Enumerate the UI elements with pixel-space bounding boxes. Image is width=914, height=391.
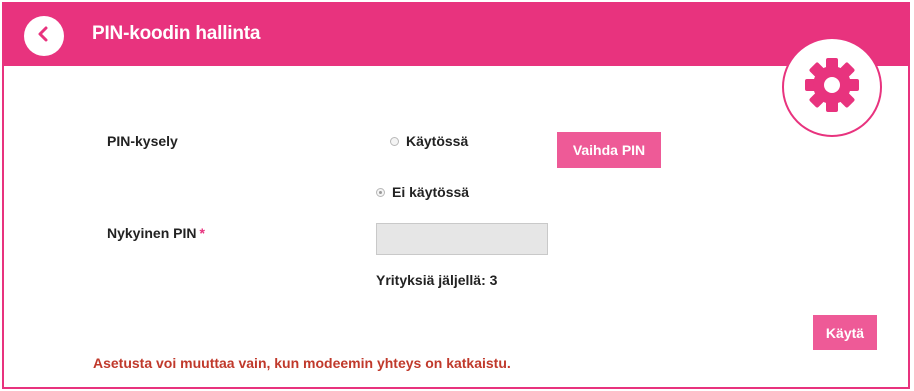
current-pin-label-text: Nykyinen PIN bbox=[107, 225, 197, 241]
pin-management-panel: PIN-koodin hallinta PIN-kysely Käytössä … bbox=[2, 2, 910, 389]
chevron-left-icon bbox=[34, 24, 54, 49]
back-button[interactable] bbox=[24, 16, 64, 56]
apply-button[interactable]: Käytä bbox=[813, 315, 877, 350]
radio-disabled-label: Ei käytössä bbox=[392, 184, 470, 200]
radio-button[interactable] bbox=[390, 136, 399, 146]
notice-text: Asetusta voi muuttaa vain, kun modeemin … bbox=[93, 355, 511, 371]
radio-enabled-label: Käytössä bbox=[406, 133, 469, 149]
settings-badge bbox=[782, 37, 882, 137]
required-marker: * bbox=[199, 225, 205, 241]
header-bar: PIN-koodin hallinta bbox=[4, 4, 908, 66]
radio-disabled[interactable]: Ei käytössä bbox=[376, 184, 469, 200]
pin-query-label: PIN-kysely bbox=[107, 133, 178, 149]
radio-button[interactable] bbox=[376, 187, 385, 197]
current-pin-input[interactable] bbox=[376, 223, 548, 255]
change-pin-button[interactable]: Vaihda PIN bbox=[557, 132, 661, 168]
current-pin-label: Nykyinen PIN * bbox=[107, 225, 205, 241]
gear-icon bbox=[803, 56, 861, 119]
page-title: PIN-koodin hallinta bbox=[92, 23, 261, 44]
radio-enabled[interactable]: Käytössä bbox=[390, 133, 468, 149]
attempts-remaining-text: Yrityksiä jäljellä: 3 bbox=[376, 272, 498, 288]
